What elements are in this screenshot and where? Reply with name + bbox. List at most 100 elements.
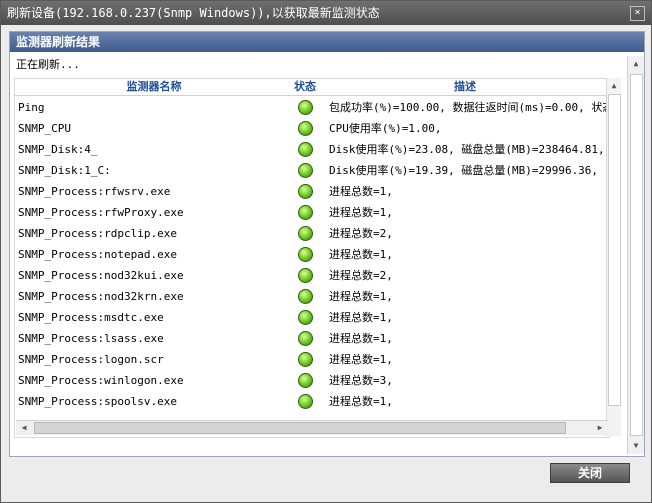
column-header-desc[interactable]: 描述: [325, 79, 605, 95]
monitor-description: 进程总数=2,: [329, 227, 393, 240]
table-row[interactable]: SNMP_Process:spoolsv.exe 进程总数=1,: [15, 391, 609, 412]
monitor-name: SNMP_Process:rdpclip.exe: [18, 227, 177, 240]
grid-vertical-scrollbar[interactable]: ▲: [606, 78, 621, 436]
monitor-name: SNMP_Process:rfwsrv.exe: [18, 185, 171, 198]
monitor-name: SNMP_Process:logon.scr: [18, 353, 164, 366]
monitor-status: [295, 391, 315, 412]
grid-rows: Ping 包成功率(%)=100.00, 数据往返时间(ms)=0.00, 状态 S…: [15, 97, 609, 412]
table-row[interactable]: SNMP_Process:rfwsrv.exe 进程总数=1,: [15, 181, 609, 202]
monitor-name: SNMP_Process:spoolsv.exe: [18, 395, 177, 408]
monitor-description: Disk使用率(%)=19.39, 磁盘总量(MB)=29996.36,: [329, 164, 599, 177]
table-row[interactable]: SNMP_CPU CPU使用率(%)=1.00,: [15, 118, 609, 139]
monitor-description: CPU使用率(%)=1.00,: [329, 122, 442, 135]
monitor-status: [295, 265, 315, 286]
monitor-name: SNMP_Disk:1_C:: [18, 164, 111, 177]
monitor-name: SNMP_Process:winlogon.exe: [18, 374, 184, 387]
panel-title: 监测器刷新结果: [16, 35, 101, 49]
status-ok-icon: [298, 373, 313, 388]
status-ok-icon: [298, 310, 313, 325]
status-ok-icon: [298, 289, 313, 304]
table-row[interactable]: SNMP_Process:nod32kui.exe 进程总数=2,: [15, 265, 609, 286]
refresh-dialog: 刷新设备(192.168.0.237(Snmp Windows)),以获取最新监…: [0, 0, 652, 503]
table-row[interactable]: SNMP_Disk:4_ Disk使用率(%)=23.08, 磁盘总量(MB)=2…: [15, 139, 609, 160]
monitor-status: [295, 118, 315, 139]
status-ok-icon: [298, 268, 313, 283]
scroll-up-icon[interactable]: ▲: [608, 80, 620, 92]
scroll-thumb[interactable]: [608, 94, 621, 406]
monitor-status: [295, 244, 315, 265]
panel-header: 监测器刷新结果: [10, 32, 644, 52]
monitor-status: [295, 139, 315, 160]
column-header-name[interactable]: 监测器名称: [15, 79, 293, 95]
monitor-status: [295, 97, 315, 118]
status-ok-icon: [298, 205, 313, 220]
monitor-name: SNMP_Process:nod32kui.exe: [18, 269, 184, 282]
refresh-status-text: 正在刷新...: [16, 58, 80, 71]
table-row[interactable]: SNMP_Process:msdtc.exe 进程总数=1,: [15, 307, 609, 328]
window-title: 刷新设备(192.168.0.237(Snmp Windows)),以获取最新监…: [7, 6, 380, 20]
status-ok-icon: [298, 184, 313, 199]
panel-scroll-up-icon[interactable]: ▲: [630, 58, 642, 70]
table-row[interactable]: SNMP_Process:nod32krn.exe 进程总数=1,: [15, 286, 609, 307]
monitor-status: [295, 328, 315, 349]
panel-scroll-thumb[interactable]: [630, 74, 643, 436]
status-ok-icon: [298, 142, 313, 157]
monitor-name: SNMP_Process:lsass.exe: [18, 332, 164, 345]
monitor-status: [295, 160, 315, 181]
monitor-description: 进程总数=1,: [329, 248, 393, 261]
monitor-name: SNMP_Process:msdtc.exe: [18, 311, 164, 324]
table-row[interactable]: SNMP_Process:winlogon.exe 进程总数=3,: [15, 370, 609, 391]
table-row[interactable]: Ping 包成功率(%)=100.00, 数据往返时间(ms)=0.00, 状态: [15, 97, 609, 118]
monitor-status: [295, 286, 315, 307]
table-row[interactable]: SNMP_Process:rfwProxy.exe 进程总数=1,: [15, 202, 609, 223]
monitor-status: [295, 307, 315, 328]
monitor-status: [295, 181, 315, 202]
monitor-description: 进程总数=1,: [329, 395, 393, 408]
monitor-description: 进程总数=2,: [329, 269, 393, 282]
close-button[interactable]: 关闭: [550, 463, 630, 483]
grid-horizontal-scrollbar[interactable]: ◀ ▶: [16, 420, 608, 435]
monitor-description: 进程总数=1,: [329, 206, 393, 219]
column-header-status[interactable]: 状态: [293, 79, 317, 95]
monitor-description: 进程总数=1,: [329, 290, 393, 303]
panel-scroll-down-icon[interactable]: ▼: [630, 440, 642, 452]
table-row[interactable]: SNMP_Process:lsass.exe 进程总数=1,: [15, 328, 609, 349]
monitor-description: 进程总数=1,: [329, 311, 393, 324]
monitor-description: 包成功率(%)=100.00, 数据往返时间(ms)=0.00, 状态: [329, 101, 609, 114]
status-ok-icon: [298, 247, 313, 262]
monitor-status: [295, 202, 315, 223]
status-ok-icon: [298, 331, 313, 346]
monitor-description: 进程总数=1,: [329, 185, 393, 198]
monitor-name: SNMP_Process:notepad.exe: [18, 248, 177, 261]
monitor-name: Ping: [18, 101, 45, 114]
monitor-description: 进程总数=1,: [329, 332, 393, 345]
monitor-name: SNMP_Disk:4_: [18, 143, 98, 156]
table-row[interactable]: SNMP_Disk:1_C: Disk使用率(%)=19.39, 磁盘总量(MB)…: [15, 160, 609, 181]
status-ok-icon: [298, 394, 313, 409]
horizontal-scroll-thumb[interactable]: [34, 422, 566, 434]
monitor-status: [295, 223, 315, 244]
monitor-description: 进程总数=3,: [329, 374, 393, 387]
status-ok-icon: [298, 226, 313, 241]
title-bar[interactable]: 刷新设备(192.168.0.237(Snmp Windows)),以获取最新监…: [1, 1, 651, 25]
table-row[interactable]: SNMP_Process:rdpclip.exe 进程总数=2,: [15, 223, 609, 244]
monitor-description: Disk使用率(%)=23.08, 磁盘总量(MB)=238464.81,: [329, 143, 605, 156]
status-ok-icon: [298, 100, 313, 115]
monitor-status: [295, 349, 315, 370]
grid-header: 监测器名称 状态 描述: [15, 79, 609, 96]
status-ok-icon: [298, 163, 313, 178]
monitor-status: [295, 370, 315, 391]
table-row[interactable]: SNMP_Process:logon.scr 进程总数=1,: [15, 349, 609, 370]
panel-vertical-scrollbar[interactable]: ▲ ▼: [627, 56, 644, 454]
scroll-right-icon[interactable]: ▶: [594, 422, 606, 434]
monitor-grid: 监测器名称 状态 描述 Ping 包成功率(%)=100.00, 数据往返时间(m…: [14, 78, 610, 438]
monitor-name: SNMP_Process:nod32krn.exe: [18, 290, 184, 303]
status-ok-icon: [298, 121, 313, 136]
scroll-left-icon[interactable]: ◀: [18, 422, 30, 434]
table-row[interactable]: SNMP_Process:notepad.exe 进程总数=1,: [15, 244, 609, 265]
status-ok-icon: [298, 352, 313, 367]
close-icon[interactable]: ×: [630, 6, 645, 21]
result-panel: 监测器刷新结果 正在刷新... 监测器名称 状态 描述 Ping 包成功率(%)=…: [9, 31, 645, 457]
monitor-name: SNMP_CPU: [18, 122, 71, 135]
monitor-description: 进程总数=1,: [329, 353, 393, 366]
